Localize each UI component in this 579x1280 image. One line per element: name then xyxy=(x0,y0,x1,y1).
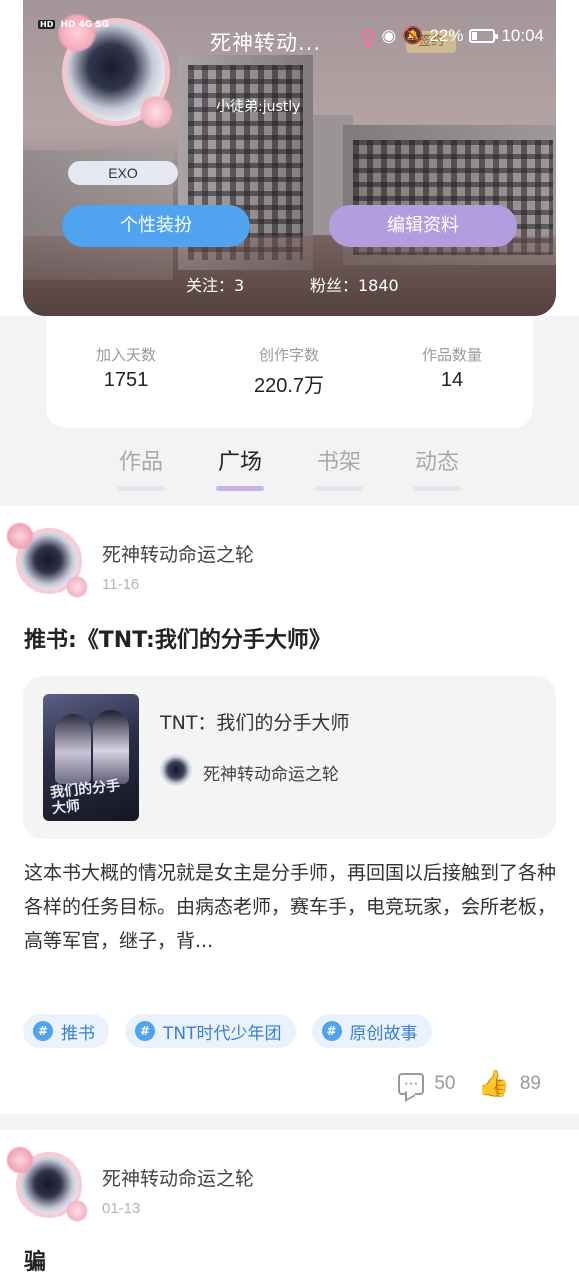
flower-decoration xyxy=(66,576,88,598)
clock: 10:04 xyxy=(501,26,544,45)
comment-icon[interactable]: ··· xyxy=(398,1072,425,1095)
fan-tag[interactable]: EXO xyxy=(68,161,178,185)
cover-text: 我们的分手大师 xyxy=(49,777,121,818)
hd-icon: HD xyxy=(38,20,56,29)
stat-label: 作品数量 xyxy=(421,346,482,364)
tab-label: 书架 xyxy=(316,450,361,475)
comment-count: 50 xyxy=(434,1072,456,1094)
feed-post[interactable]: 死神转动命运之轮 01-13 骗 xyxy=(0,1130,579,1280)
tab-label: 动态 xyxy=(414,450,459,475)
hash-icon: # xyxy=(321,1021,342,1041)
thumbs-up-icon[interactable]: 👍 xyxy=(477,1068,509,1099)
tab-indicator xyxy=(413,486,461,491)
post-title[interactable]: 推书:《TNT:我们的分手大师》 xyxy=(24,622,331,654)
topic-label: 原创故事 xyxy=(349,1023,418,1044)
status-bar: HD HD 4G 5G ◉ 🔕 22% 10:04 xyxy=(0,0,579,76)
flower-decoration xyxy=(6,1146,34,1174)
post-date: 11-16 xyxy=(102,576,140,593)
tab-label: 广场 xyxy=(217,450,262,475)
tab-works[interactable]: 作品 xyxy=(106,444,176,491)
author-avatar[interactable] xyxy=(6,1142,92,1228)
book-cover: 我们的分手大师 xyxy=(43,694,139,821)
stat-works: 作品数量 14 xyxy=(377,344,527,392)
profile-subtitle: 小徒弟:justly xyxy=(216,99,301,115)
tab-indicator xyxy=(117,486,165,491)
author-name[interactable]: 死神转动命运之轮 xyxy=(102,1164,254,1191)
eye-icon: ◉ xyxy=(381,26,397,45)
hash-icon: # xyxy=(33,1021,53,1041)
stat-days: 加入天数 1751 xyxy=(51,344,201,392)
flower-decoration xyxy=(6,522,34,550)
signal-icons: HD HD 4G 5G xyxy=(38,20,109,30)
book-card[interactable]: 我们的分手大师 TNT：我们的分手大师 死神转动命运之轮 xyxy=(23,676,556,839)
female-icon: ♀ xyxy=(360,27,377,52)
topic-chip[interactable]: # TNT时代少年团 xyxy=(125,1014,296,1048)
stat-value: 14 xyxy=(440,369,464,391)
book-title: TNT：我们的分手大师 xyxy=(160,712,350,734)
banner-ground xyxy=(23,236,556,316)
feed-post[interactable]: 死神转动命运之轮 11-16 推书:《TNT:我们的分手大师》 我们的分手大师 … xyxy=(0,506,579,1114)
post-date: 01-13 xyxy=(102,1200,141,1217)
topic-label: 推书 xyxy=(61,1023,95,1044)
battery-icon xyxy=(469,29,499,43)
cover-figure xyxy=(55,714,91,784)
author-avatar[interactable] xyxy=(6,518,92,604)
tab-indicator xyxy=(216,486,264,491)
flower-decoration xyxy=(66,1200,88,1222)
edit-profile-button[interactable]: 编辑资料 xyxy=(329,205,517,247)
book-author-avatar xyxy=(160,754,192,786)
cover-figure xyxy=(93,710,129,784)
topic-chip[interactable]: # 原创故事 xyxy=(311,1014,432,1048)
tab-square[interactable]: 广场 xyxy=(205,444,275,491)
tab-indicator xyxy=(315,486,363,491)
post-divider xyxy=(0,1114,579,1130)
stat-label: 加入天数 xyxy=(95,346,156,364)
tab-bookshelf[interactable]: 书架 xyxy=(304,444,374,491)
stats-card: 加入天数 1751 创作字数 220.7万 作品数量 14 xyxy=(46,316,533,428)
topic-chip[interactable]: # 推书 xyxy=(23,1014,109,1048)
book-author: 死神转动命运之轮 xyxy=(203,765,339,785)
post-body[interactable]: 这本书大概的情况就是女主是分手师，再回国以后接触到了各种各样的任务目标。由病态老… xyxy=(24,856,559,958)
status-right: ◉ 🔕 22% 10:04 xyxy=(381,26,544,46)
post-title[interactable]: 骗 xyxy=(24,1244,46,1276)
stat-value: 220.7万 xyxy=(253,375,325,397)
post-actions: ··· 50 👍 89 xyxy=(398,1068,541,1099)
following-count[interactable]: 关注：3 xyxy=(186,272,244,296)
tab-label: 作品 xyxy=(118,450,163,475)
topic-label: TNT时代少年团 xyxy=(163,1023,282,1044)
followers-count[interactable]: 粉丝：1840 xyxy=(310,272,399,296)
stat-words: 创作字数 220.7万 xyxy=(214,344,364,398)
author-name[interactable]: 死神转动命运之轮 xyxy=(102,540,254,567)
battery-percent: 22% xyxy=(429,26,464,45)
tab-updates[interactable]: 动态 xyxy=(402,444,472,491)
topic-list: # 推书 # TNT时代少年团 # 原创故事 xyxy=(23,1014,432,1048)
signal-text: HD 4G 5G xyxy=(60,20,110,30)
stat-value: 1751 xyxy=(103,369,149,391)
stat-label: 创作字数 xyxy=(258,346,319,364)
hash-icon: # xyxy=(135,1021,155,1041)
profile-tabs: 作品 广场 书架 动态 xyxy=(0,440,579,500)
mute-icon: 🔕 xyxy=(402,26,424,45)
dress-up-button[interactable]: 个性装扮 xyxy=(62,205,250,247)
like-count: 89 xyxy=(519,1072,541,1094)
